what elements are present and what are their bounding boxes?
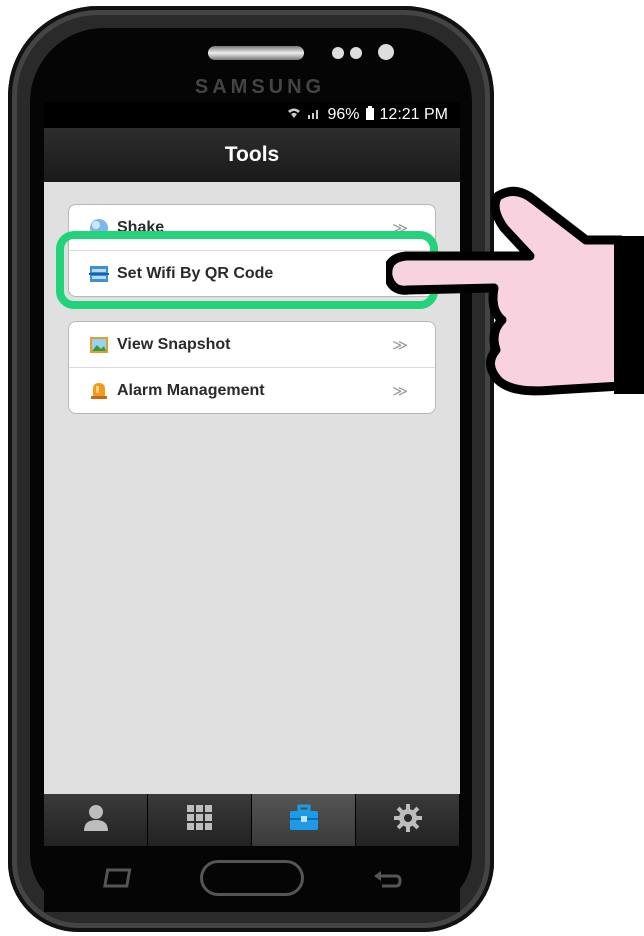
pointing-hand-icon (386, 186, 644, 396)
hardware-nav-bar (44, 846, 460, 912)
front-camera (378, 44, 394, 60)
home-button[interactable] (200, 860, 304, 896)
page-title: Tools (44, 128, 460, 182)
recent-apps-icon[interactable] (102, 868, 134, 895)
sensor-dot (332, 47, 344, 59)
tab-tools[interactable] (252, 794, 356, 846)
list-item-alarm-management[interactable]: Alarm Management ≫ (69, 368, 435, 413)
tab-settings[interactable] (356, 794, 460, 846)
earpiece-speaker (208, 46, 304, 60)
clock: 12:21 PM (379, 106, 448, 123)
tab-bar (44, 794, 460, 846)
brand-logo: SAMSUNG (194, 76, 326, 98)
alarm-bell-icon (89, 381, 109, 401)
list-item-view-snapshot[interactable]: View Snapshot ≫ (69, 322, 435, 368)
battery-icon (365, 105, 374, 125)
highlight-box (56, 231, 438, 309)
picture-icon (89, 335, 109, 355)
sensor-dot (350, 47, 362, 59)
tab-apps[interactable] (148, 794, 252, 846)
tools-group-2: View Snapshot ≫ Alarm Management ≫ (68, 321, 436, 414)
gear-icon (393, 803, 423, 838)
signal-icon (307, 106, 321, 124)
back-icon[interactable] (372, 868, 402, 895)
list-item-label: View Snapshot (117, 335, 231, 353)
battery-percent: 96% (327, 106, 360, 123)
grid-icon (186, 804, 214, 837)
list-item-label: Alarm Management (117, 381, 265, 399)
toolbox-icon (288, 804, 320, 837)
status-bar: 96% 12:21 PM (44, 102, 460, 128)
person-icon (81, 803, 111, 838)
wifi-icon (287, 106, 301, 124)
tab-contacts[interactable] (44, 794, 148, 846)
